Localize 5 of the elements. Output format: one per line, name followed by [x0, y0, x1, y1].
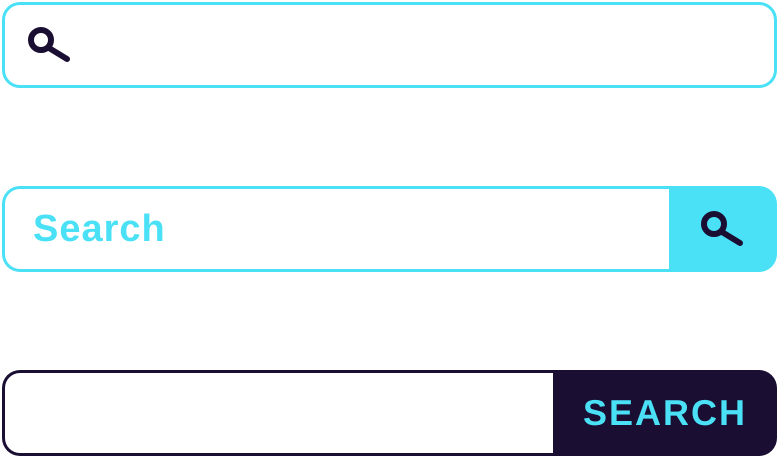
search-icon — [27, 26, 73, 64]
search-button[interactable]: SEARCH — [553, 370, 777, 456]
search-icon — [700, 210, 746, 248]
search-button[interactable] — [669, 186, 777, 272]
search-field[interactable] — [2, 370, 553, 456]
